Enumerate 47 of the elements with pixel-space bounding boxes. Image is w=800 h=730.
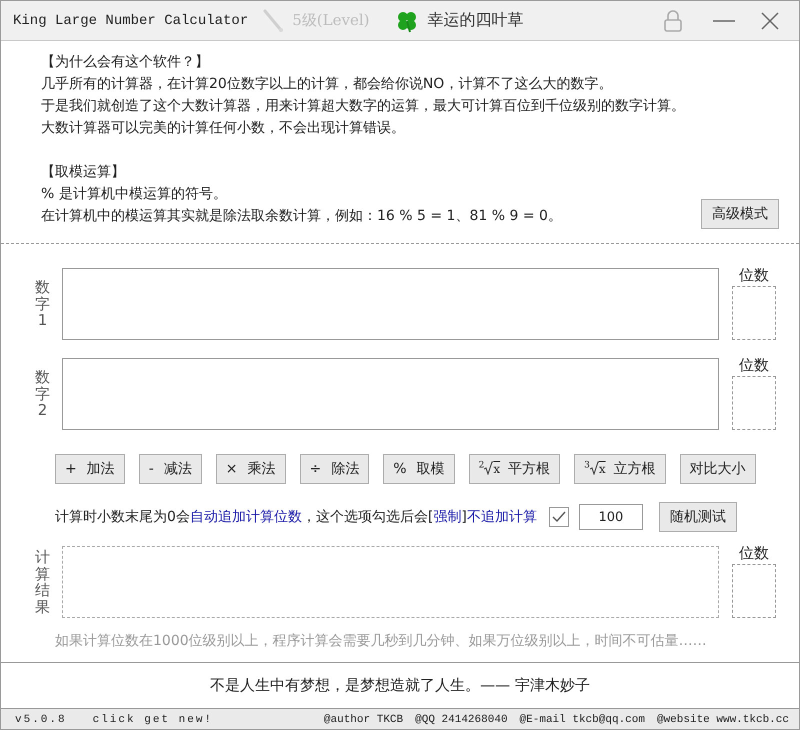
update-link[interactable]: click get new!: [92, 714, 214, 726]
digits-label: 位数: [739, 544, 769, 562]
input-label: 数字1: [35, 279, 50, 329]
checkbox[interactable]: [548, 507, 569, 527]
advanced-mode-button[interactable]: 高级模式: [701, 199, 779, 229]
digits-label: 位数: [739, 356, 769, 374]
number-field[interactable]: 100: [578, 504, 643, 530]
operation-button[interactable]: $^{3}$ x 立方根: [574, 454, 666, 484]
result-label: 计算结果: [35, 549, 50, 615]
option-text: 计算时小数末尾为0会自动追加计算位数，这个选项勾选后会[强制]不追加计算: [55, 508, 537, 526]
input-label: 数字2: [35, 369, 50, 419]
description-text: 几乎所有的计算器，在计算20位数字以上的计算，都会给你说NO，计算不了这么大的数字。: [41, 75, 614, 94]
random-test-button[interactable]: 随机测试: [658, 502, 737, 532]
number-input-field[interactable]: [62, 268, 719, 340]
quote-text: 不是人生中有梦想，是梦想造就了人生。—— 宇津木妙子: [210, 676, 590, 695]
operation-button[interactable]: - 减法: [138, 454, 202, 484]
number-input-field[interactable]: [62, 358, 719, 430]
radical-icon: [484, 461, 494, 475]
operation-button[interactable]: + 加法: [55, 454, 125, 484]
description-text: % 是计算机中模运算的符号。: [41, 185, 228, 204]
wand-icon: [262, 8, 284, 32]
close-icon[interactable]: [761, 12, 779, 30]
lucky-label[interactable]: 幸运的四叶草: [427, 10, 524, 31]
digits-field: [732, 286, 776, 340]
contact-info: @author TKCB: [324, 714, 404, 726]
digits-field: [732, 564, 776, 618]
description-text: 大数计算器可以完美的计算任何小数，不会出现计算错误。: [41, 119, 406, 138]
checkmark-icon: [552, 511, 566, 523]
radical-icon: [590, 461, 599, 475]
contact-info: @E-mail tkcb@qq.com: [520, 714, 645, 726]
window-title: King Large Number Calculator: [13, 12, 248, 28]
digits-label: 位数: [739, 266, 769, 284]
digits-field: [732, 376, 776, 430]
contact-info: @QQ 2414268040: [415, 714, 508, 726]
operation-button[interactable]: ÷ 除法: [300, 454, 370, 484]
operation-button[interactable]: × 乘法: [216, 454, 286, 484]
section-heading: 【取模运算】: [41, 163, 126, 182]
note-text: 如果计算位数在1000位级别以上，程序计算会需要几秒到几分钟、如果万位级别以上，时间不可估量……: [54, 632, 708, 650]
operation-button[interactable]: 对比大小: [680, 454, 756, 484]
version-label: v5.0.8: [15, 714, 67, 726]
description-text: 在计算机中的模运算其实就是除法取余数计算，例如：16 % 5 = 1、81 % 9 = 0。: [41, 207, 563, 226]
section-heading: 【为什么会有这个软件？】: [41, 53, 210, 72]
operation-button[interactable]: $^{2}$ x 平方根: [468, 454, 560, 484]
description-text: 于是我们就创造了这个大数计算器，用来计算超大数字的运算，最大可计算百位到千位级别的数字计算。: [41, 97, 686, 116]
minimize-icon[interactable]: [713, 18, 735, 22]
contact-info: @website www.tkcb.cc: [656, 714, 789, 726]
operation-button[interactable]: % 取模: [383, 454, 455, 484]
